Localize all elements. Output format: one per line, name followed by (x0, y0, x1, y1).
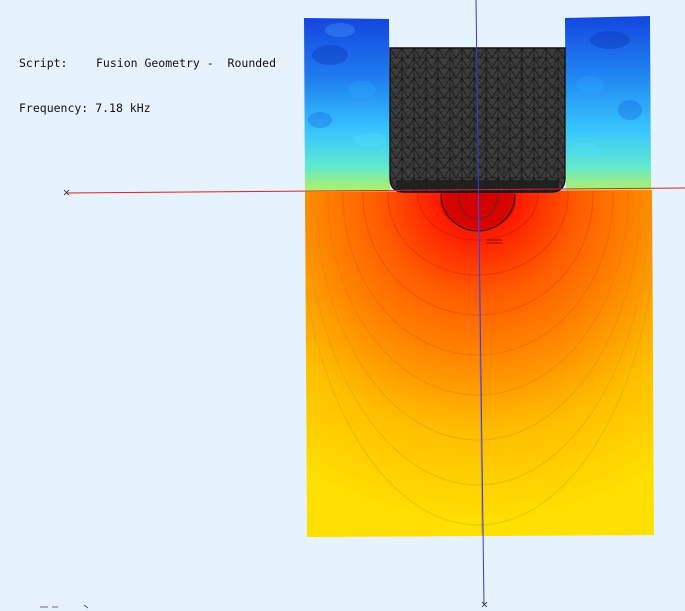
corner-marker (40, 604, 89, 609)
field-plot[interactable] (0, 0, 685, 611)
simulation-viewport[interactable]: Script: Fusion Geometry - Rounded Frequen… (0, 0, 685, 611)
axis-origin-marker-bottom (481, 601, 488, 608)
field-left-column (304, 18, 390, 192)
